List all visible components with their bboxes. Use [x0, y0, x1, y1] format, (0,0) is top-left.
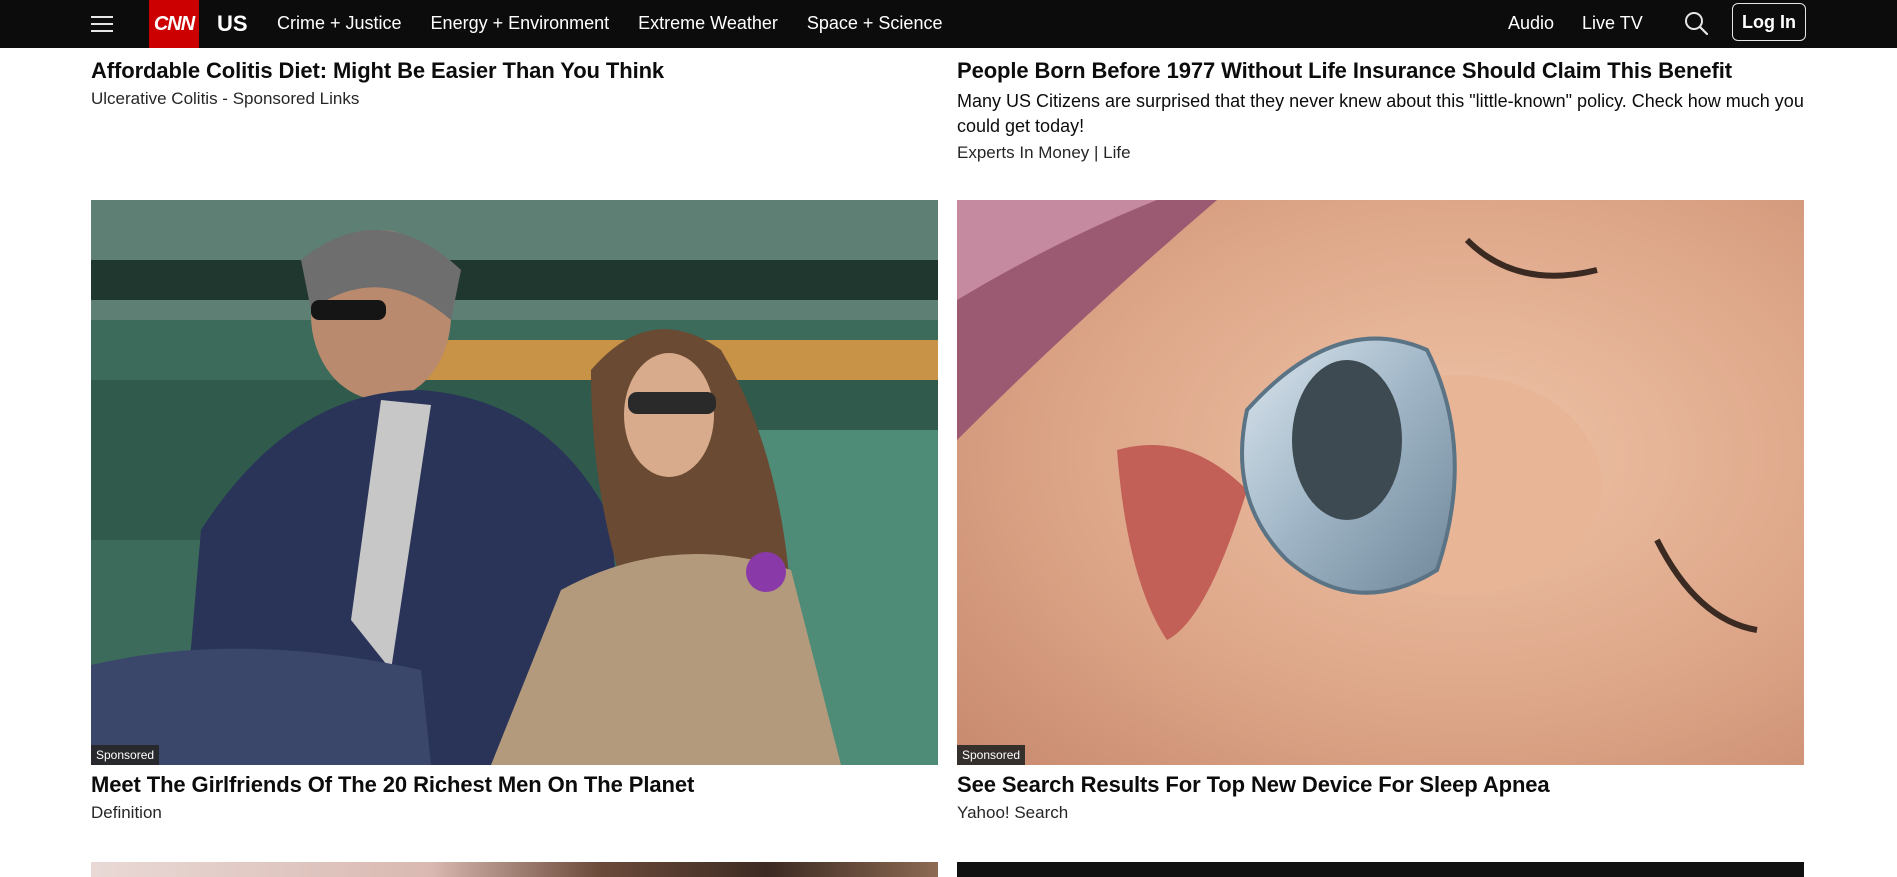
- nav-link-energy-environment[interactable]: Energy + Environment: [431, 13, 610, 34]
- card-headline[interactable]: Affordable Colitis Diet: Might Be Easier…: [91, 57, 938, 85]
- sleep-apnea-device-illustration: [957, 200, 1804, 765]
- card-description[interactable]: Many US Citizens are surprised that they…: [957, 89, 1804, 139]
- stadium-couple-illustration: [91, 200, 938, 765]
- utility-links: Audio Live TV: [1508, 13, 1643, 34]
- card-girlfriends-text: Meet The Girlfriends Of The 20 Richest M…: [91, 771, 938, 824]
- section-title-us[interactable]: US: [217, 11, 248, 37]
- login-button[interactable]: Log In: [1732, 3, 1806, 41]
- card-life-insurance-text: People Born Before 1977 Without Life Ins…: [957, 57, 1804, 164]
- card-headline[interactable]: See Search Results For Top New Device Fo…: [957, 771, 1804, 799]
- card-source[interactable]: Ulcerative Colitis - Sponsored Links: [91, 88, 938, 110]
- card-colitis-text: Affordable Colitis Diet: Might Be Easier…: [91, 57, 938, 110]
- card-sleep-apnea-text: See Search Results For Top New Device Fo…: [957, 771, 1804, 824]
- card-source[interactable]: Experts In Money | Life: [957, 142, 1804, 164]
- card-source[interactable]: Yahoo! Search: [957, 802, 1804, 824]
- card-source[interactable]: Definition: [91, 802, 938, 824]
- nav-link-live-tv[interactable]: Live TV: [1582, 13, 1643, 34]
- next-card-image-right[interactable]: [957, 862, 1804, 877]
- card-image-girlfriends[interactable]: Sponsored: [91, 200, 938, 765]
- card-image-sleep-apnea[interactable]: Sponsored: [957, 200, 1804, 765]
- card-headline[interactable]: People Born Before 1977 Without Life Ins…: [957, 57, 1804, 85]
- nav-link-extreme-weather[interactable]: Extreme Weather: [638, 13, 778, 34]
- nav-link-crime-justice[interactable]: Crime + Justice: [277, 13, 402, 34]
- cnn-logo[interactable]: CNN: [149, 0, 199, 48]
- nav-link-audio[interactable]: Audio: [1508, 13, 1554, 34]
- section-links: Crime + Justice Energy + Environment Ext…: [277, 13, 942, 34]
- top-nav-bar: CNN US Crime + Justice Energy + Environm…: [0, 0, 1897, 48]
- next-card-image-left[interactable]: [91, 862, 938, 877]
- search-icon[interactable]: [1683, 10, 1709, 36]
- card-headline[interactable]: Meet The Girlfriends Of The 20 Richest M…: [91, 771, 938, 799]
- sponsored-badge: Sponsored: [957, 745, 1026, 765]
- sponsored-badge: Sponsored: [91, 745, 160, 765]
- menu-icon[interactable]: [90, 12, 114, 36]
- nav-link-space-science[interactable]: Space + Science: [807, 13, 943, 34]
